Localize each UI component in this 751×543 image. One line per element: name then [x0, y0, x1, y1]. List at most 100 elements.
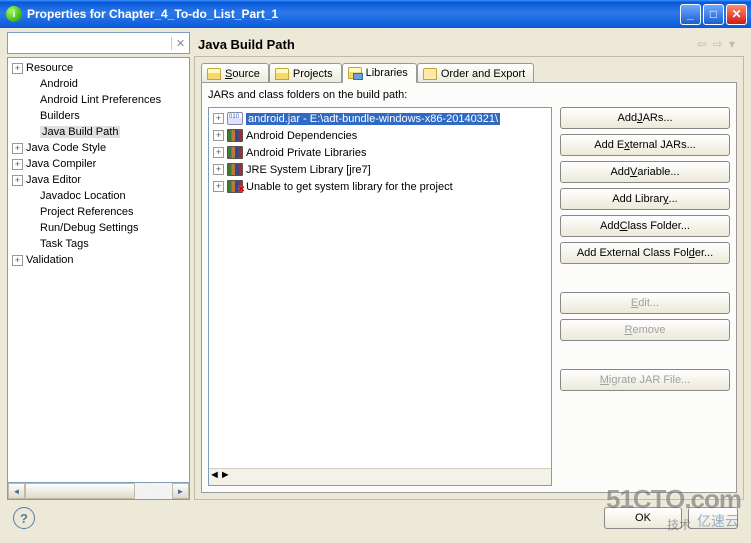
maximize-button[interactable]: □	[703, 4, 724, 25]
expand-icon[interactable]: +	[213, 147, 224, 158]
libraries-icon	[348, 67, 362, 79]
list-item-label: Android Private Libraries	[246, 147, 366, 159]
tree-item-label: Run/Debug Settings	[40, 222, 138, 234]
library-icon	[227, 163, 243, 176]
tree-item-label: Android Lint Preferences	[40, 94, 161, 106]
add-external-class-folder-button[interactable]: Add External Class Folder...	[560, 242, 730, 264]
tab-source[interactable]: Source	[201, 63, 269, 83]
tree-item[interactable]: +Resource	[8, 60, 189, 76]
window-title: Properties for Chapter_4_To-do_List_Part…	[27, 7, 680, 21]
tree-spacer	[12, 127, 23, 138]
tree-item-label: Validation	[26, 254, 74, 266]
filter-input[interactable]	[8, 37, 171, 49]
list-item-label: Unable to get system library for the pro…	[246, 181, 453, 193]
list-item[interactable]: + android.jar - E:\adt-bundle-windows-x86…	[209, 110, 551, 127]
tree-item-label: Javadoc Location	[40, 190, 126, 202]
list-item[interactable]: + Android Private Libraries	[209, 144, 551, 161]
library-error-icon	[227, 180, 243, 193]
tree-item[interactable]: +Java Editor	[8, 172, 189, 188]
menu-dropdown-icon[interactable]: ▾	[726, 37, 738, 51]
tree-spacer	[12, 111, 23, 122]
expand-icon[interactable]: +	[213, 181, 224, 192]
list-item[interactable]: + JRE System Library [jre7]	[209, 161, 551, 178]
clear-filter-icon[interactable]: ✕	[171, 37, 189, 50]
tree-item[interactable]: Android Lint Preferences	[8, 92, 189, 108]
tree-spacer	[12, 95, 23, 106]
add-library-button[interactable]: Add Library...	[560, 188, 730, 210]
tree-item[interactable]: +Java Compiler	[8, 156, 189, 172]
tree-item-label: Builders	[40, 110, 80, 122]
folder-icon	[275, 68, 289, 80]
add-external-jars-button[interactable]: Add External JARs...	[560, 134, 730, 156]
tree-item[interactable]: Builders	[8, 108, 189, 124]
tree-item-label: Task Tags	[40, 238, 89, 250]
tree-spacer	[12, 223, 23, 234]
expand-icon[interactable]: +	[213, 164, 224, 175]
help-icon[interactable]: ?	[13, 507, 35, 529]
list-h-scrollbar[interactable]: ◄ ►	[209, 468, 551, 485]
scroll-right-icon[interactable]: ►	[172, 483, 189, 499]
ok-button[interactable]: OK	[604, 507, 682, 529]
folder-icon	[207, 68, 221, 80]
library-icon	[227, 129, 243, 142]
tree-item-label: Resource	[26, 62, 73, 74]
tree-item[interactable]: Task Tags	[8, 236, 189, 252]
export-icon	[423, 68, 437, 80]
tree-spacer	[12, 207, 23, 218]
forward-icon[interactable]: ⇨	[710, 37, 726, 51]
libraries-list[interactable]: + android.jar - E:\adt-bundle-windows-x86…	[208, 107, 552, 486]
tree-spacer	[12, 239, 23, 250]
add-jars-button[interactable]: Add JARs...	[560, 107, 730, 129]
close-button[interactable]: ✕	[726, 4, 747, 25]
tree-item-label: Java Build Path	[40, 126, 120, 138]
tree-h-scrollbar[interactable]: ◄ ►	[7, 483, 190, 500]
migrate-jar-button[interactable]: Migrate JAR File...	[560, 369, 730, 391]
scroll-right-icon[interactable]: ►	[220, 469, 231, 485]
list-item-label: android.jar - E:\adt-bundle-windows-x86-…	[246, 113, 500, 125]
panel-description: JARs and class folders on the build path…	[208, 89, 730, 101]
list-item[interactable]: + Unable to get system library for the pr…	[209, 178, 551, 195]
list-item[interactable]: + Android Dependencies	[209, 127, 551, 144]
tree-item-label: Project References	[40, 206, 134, 218]
tab-projects[interactable]: Projects	[269, 63, 342, 83]
library-icon	[227, 146, 243, 159]
expand-icon[interactable]: +	[213, 130, 224, 141]
tree-item[interactable]: +Java Code Style	[8, 140, 189, 156]
tree-item-label: Java Compiler	[26, 158, 96, 170]
tree-item[interactable]: Project References	[8, 204, 189, 220]
tree-item-label: Java Code Style	[26, 142, 106, 154]
tree-item[interactable]: Java Build Path	[8, 124, 189, 140]
jar-icon	[227, 112, 243, 125]
list-item-label: JRE System Library [jre7]	[246, 164, 371, 176]
expand-icon[interactable]: +	[12, 175, 23, 186]
list-item-label: Android Dependencies	[246, 130, 357, 142]
tree-item[interactable]: Android	[8, 76, 189, 92]
app-icon: i	[6, 6, 22, 22]
edit-button[interactable]: Edit...	[560, 292, 730, 314]
tree-item-label: Java Editor	[26, 174, 81, 186]
page-title: Java Build Path	[194, 37, 694, 52]
expand-icon[interactable]: +	[12, 143, 23, 154]
partial-button[interactable]	[688, 507, 738, 529]
tab-order-export[interactable]: Order and Export	[417, 63, 534, 83]
expand-icon[interactable]: +	[12, 63, 23, 74]
category-tree[interactable]: +ResourceAndroidAndroid Lint Preferences…	[7, 57, 190, 483]
expand-icon[interactable]: +	[12, 255, 23, 266]
filter-input-wrapper: ✕	[7, 32, 190, 54]
remove-button[interactable]: Remove	[560, 319, 730, 341]
back-icon[interactable]: ⇦	[694, 37, 710, 51]
add-variable-button[interactable]: Add Variable...	[560, 161, 730, 183]
expand-icon[interactable]: +	[12, 159, 23, 170]
tree-spacer	[12, 191, 23, 202]
minimize-button[interactable]: _	[680, 4, 701, 25]
tree-item-label: Android	[40, 78, 78, 90]
scroll-left-icon[interactable]: ◄	[8, 483, 25, 499]
tab-libraries[interactable]: Libraries	[342, 63, 417, 83]
tree-item[interactable]: Run/Debug Settings	[8, 220, 189, 236]
add-class-folder-button[interactable]: Add Class Folder...	[560, 215, 730, 237]
scroll-left-icon[interactable]: ◄	[209, 469, 220, 485]
tree-item[interactable]: Javadoc Location	[8, 188, 189, 204]
tree-item[interactable]: +Validation	[8, 252, 189, 268]
tree-spacer	[12, 79, 23, 90]
expand-icon[interactable]: +	[213, 113, 224, 124]
